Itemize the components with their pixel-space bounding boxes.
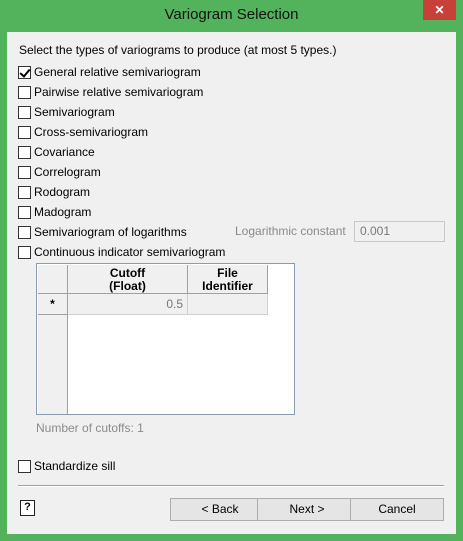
- footer-separator: [18, 485, 444, 487]
- checkbox-label: Semivariogram of logarithms: [34, 225, 187, 239]
- cutoff-cell[interactable]: 0.5: [68, 294, 188, 315]
- column-header-cutoff[interactable]: Cutoff (Float): [68, 265, 188, 294]
- checkbox-label: Rodogram: [34, 185, 91, 199]
- title-bar[interactable]: Variogram Selection ✕: [0, 0, 463, 32]
- checkbox-label: Continuous indicator semivariogram: [34, 245, 226, 259]
- row-marker[interactable]: *: [38, 294, 68, 315]
- checkbox-continuous-indicator[interactable]: Continuous indicator semivariogram: [18, 244, 225, 260]
- column-header-file-identifier[interactable]: File Identifier: [188, 265, 268, 294]
- checkbox-box[interactable]: [18, 205, 31, 219]
- checkbox-box[interactable]: [18, 459, 31, 473]
- checkbox-correlogram[interactable]: Correlogram: [18, 164, 101, 180]
- cutoff-table[interactable]: Cutoff (Float) File Identifier * 0.5: [36, 263, 295, 415]
- checkbox-semivariogram[interactable]: Semivariogram: [18, 104, 115, 120]
- next-button[interactable]: Next >: [257, 498, 357, 521]
- checkbox-general-relative[interactable]: General relative semivariogram: [18, 64, 201, 80]
- checkbox-covariance[interactable]: Covariance: [18, 144, 95, 160]
- cutoff-count-label: Number of cutoffs: 1: [36, 421, 144, 435]
- checkbox-label: Correlogram: [34, 165, 101, 179]
- checkbox-label: Covariance: [34, 145, 95, 159]
- checkbox-box[interactable]: [18, 85, 31, 99]
- checkbox-label: Pairwise relative semivariogram: [34, 85, 204, 99]
- checkbox-standardize-sill[interactable]: Standardize sill: [18, 458, 115, 474]
- dialog-body: Select the types of variograms to produc…: [7, 32, 456, 534]
- instructions-text: Select the types of variograms to produc…: [19, 43, 337, 57]
- checkbox-rodogram[interactable]: Rodogram: [18, 184, 90, 200]
- checkbox-box[interactable]: [18, 185, 31, 199]
- checkbox-box[interactable]: [18, 245, 31, 259]
- table-corner: [38, 265, 68, 294]
- help-icon[interactable]: ?: [20, 500, 35, 516]
- file-identifier-cell[interactable]: [188, 294, 268, 315]
- window-title: Variogram Selection: [164, 6, 299, 23]
- checkbox-pairwise-relative[interactable]: Pairwise relative semivariogram: [18, 84, 203, 100]
- checkbox-label: Cross-semivariogram: [34, 125, 149, 139]
- checkbox-label: Semivariogram: [34, 105, 115, 119]
- checkbox-cross-semivariogram[interactable]: Cross-semivariogram: [18, 124, 148, 140]
- checkbox-box[interactable]: [18, 165, 31, 179]
- checkbox-madogram[interactable]: Madogram: [18, 204, 91, 220]
- checkbox-semivariogram-logarithms[interactable]: Semivariogram of logarithms: [18, 224, 187, 240]
- cancel-button[interactable]: Cancel: [350, 498, 444, 521]
- checkbox-label: Standardize sill: [34, 459, 116, 473]
- close-button[interactable]: ✕: [423, 0, 456, 20]
- checkbox-box[interactable]: [18, 145, 31, 159]
- back-button[interactable]: < Back: [170, 498, 270, 521]
- log-constant-label: Logarithmic constant: [235, 224, 346, 238]
- checkbox-box[interactable]: [18, 125, 31, 139]
- log-constant-input[interactable]: 0.001: [354, 221, 445, 242]
- variogram-selection-window: Variogram Selection ✕ Select the types o…: [0, 0, 463, 541]
- checkbox-box[interactable]: [18, 105, 31, 119]
- checkbox-box[interactable]: [18, 65, 31, 79]
- checkbox-box[interactable]: [18, 225, 31, 239]
- row-header-strip: [38, 315, 68, 414]
- checkbox-label: Madogram: [34, 205, 92, 219]
- checkbox-label: General relative semivariogram: [34, 65, 201, 79]
